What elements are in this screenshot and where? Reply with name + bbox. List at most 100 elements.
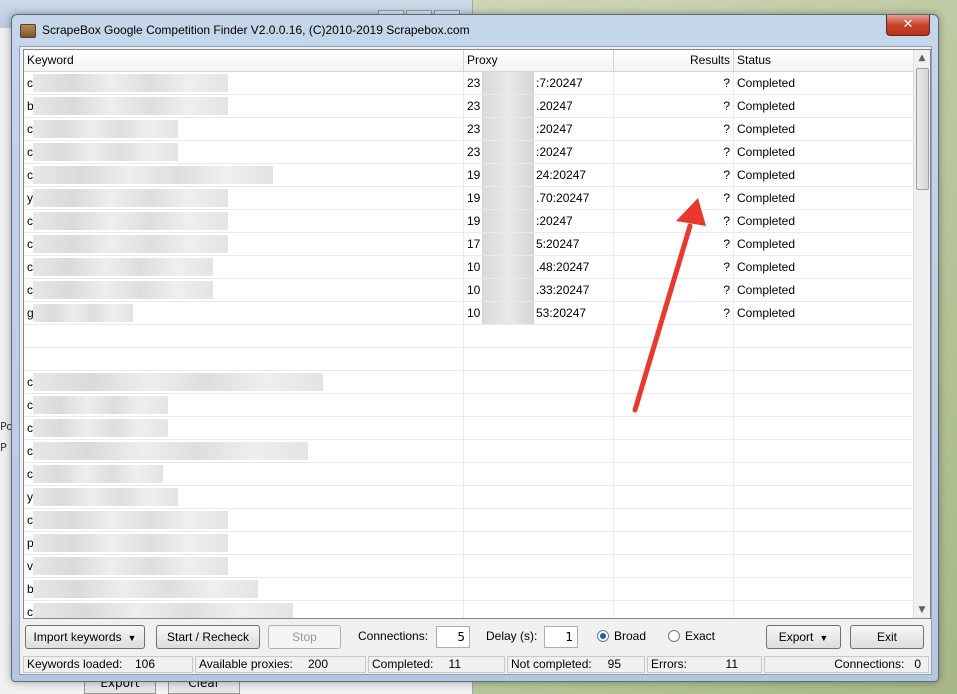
proxy-cell (464, 463, 614, 485)
proxy-prefix: 23 (467, 99, 481, 113)
table-row[interactable] (24, 325, 914, 348)
column-header-results[interactable]: Results (614, 50, 734, 71)
proxy-prefix: 10 (467, 306, 481, 320)
results-cell: ? (614, 72, 734, 94)
proxy-suffix: :20247 (536, 214, 573, 228)
proxy-cell: 23:7:20247 (464, 72, 614, 94)
competition-finder-window: ScrapeBox Google Competition Finder V2.0… (11, 14, 939, 682)
status-cell (734, 601, 914, 618)
results-grid[interactable]: Keyword Proxy Results Status c 23:7:20247… (23, 49, 931, 619)
table-row[interactable]: b 23 .20247? Completed (24, 95, 914, 118)
proxy-suffix: .48:20247 (536, 260, 590, 274)
table-row[interactable]: c 23:20247? Completed (24, 118, 914, 141)
keyword-cell: c (24, 394, 464, 416)
table-row[interactable] (24, 348, 914, 371)
table-row[interactable]: c 17 5:20247? Completed (24, 233, 914, 256)
scroll-up-icon[interactable]: ▲ (914, 50, 930, 66)
proxy-cell (464, 509, 614, 531)
redacted-proxy-blur (482, 95, 534, 117)
redacted-keyword-blur (33, 120, 178, 138)
results-cell: ? (614, 187, 734, 209)
dropdown-caret-icon: ▼ (127, 633, 137, 643)
keyword-cell: c (24, 440, 464, 462)
results-cell: ? (614, 95, 734, 117)
proxy-suffix: .70:20247 (536, 191, 590, 205)
results-cell (614, 325, 734, 347)
errors-value: 11 (725, 657, 738, 671)
table-row[interactable]: g 10 53:20247? Completed (24, 302, 914, 325)
table-row[interactable]: c 19 24:20247? Completed (24, 164, 914, 187)
exit-button[interactable]: Exit (850, 625, 924, 649)
redacted-proxy-blur (482, 141, 534, 163)
status-cell (734, 532, 914, 554)
proxy-cell: 23 .20247 (464, 95, 614, 117)
vertical-scrollbar[interactable]: ▲ ▼ (913, 50, 930, 618)
titlebar[interactable]: ScrapeBox Google Competition Finder V2.0… (12, 15, 938, 45)
proxy-cell: 19:20247 (464, 210, 614, 232)
grid-header: Keyword Proxy Results Status (24, 50, 914, 72)
keyword-cell: c (24, 601, 464, 618)
table-row[interactable]: y 19 .70:20247? Completed (24, 187, 914, 210)
errors-label: Errors: (651, 657, 687, 671)
proxy-prefix: 17 (467, 237, 481, 251)
delay-input[interactable]: 1 (544, 626, 578, 648)
redacted-keyword-blur (33, 488, 178, 506)
redacted-proxy-blur (482, 72, 534, 94)
table-row[interactable]: c 10 .48:20247? Completed (24, 256, 914, 279)
table-row[interactable]: c 23:7:20247? Completed (24, 72, 914, 95)
table-row[interactable]: c 23:20247? Completed (24, 141, 914, 164)
export-label: Export (778, 630, 814, 644)
table-row[interactable]: c (24, 371, 914, 394)
completed-value: 11 (448, 657, 461, 671)
import-keywords-label: Import keywords (33, 630, 122, 644)
redacted-keyword-blur (33, 534, 228, 552)
table-row[interactable]: y (24, 486, 914, 509)
proxy-suffix: 53:20247 (536, 306, 587, 320)
redacted-proxy-blur (482, 279, 534, 301)
table-row[interactable]: c (24, 440, 914, 463)
scrollbar-thumb[interactable] (916, 68, 929, 190)
start-recheck-button[interactable]: Start / Recheck (156, 625, 260, 649)
table-row[interactable]: c (24, 463, 914, 486)
results-cell: ? (614, 141, 734, 163)
close-button[interactable]: ✕ (886, 15, 930, 36)
keyword-cell: c (24, 417, 464, 439)
stop-button[interactable]: Stop (268, 625, 341, 649)
table-row[interactable]: c 19:20247? Completed (24, 210, 914, 233)
table-row[interactable]: c 10 .33:20247? Completed (24, 279, 914, 302)
redacted-proxy-blur (482, 187, 534, 209)
table-row[interactable]: c (24, 394, 914, 417)
table-row[interactable]: c (24, 509, 914, 532)
exact-label[interactable]: Exact (685, 629, 715, 643)
results-cell (614, 486, 734, 508)
broad-label[interactable]: Broad (614, 629, 646, 643)
table-row[interactable]: c (24, 601, 914, 618)
exact-radio[interactable] (668, 630, 680, 642)
proxy-cell (464, 325, 614, 347)
connections-input[interactable]: 5 (436, 626, 470, 648)
redacted-keyword-blur (33, 235, 228, 253)
proxy-cell (464, 601, 614, 618)
proxy-cell (464, 394, 614, 416)
scroll-down-icon[interactable]: ▼ (914, 602, 930, 618)
redacted-keyword-blur (33, 74, 228, 92)
proxy-prefix: 23 (467, 145, 481, 159)
proxy-cell (464, 486, 614, 508)
column-header-keyword[interactable]: Keyword (24, 50, 464, 71)
results-cell: ? (614, 233, 734, 255)
export-button[interactable]: Export ▼ (766, 625, 841, 649)
redacted-proxy-blur (482, 302, 534, 324)
status-keywords-loaded: Keywords loaded: 106 (23, 656, 193, 673)
redacted-keyword-blur (33, 396, 168, 414)
table-row[interactable]: b (24, 578, 914, 601)
broad-radio[interactable] (597, 630, 609, 642)
status-cell: Completed (734, 187, 914, 209)
table-row[interactable]: v (24, 555, 914, 578)
column-header-proxy[interactable]: Proxy (464, 50, 614, 71)
keyword-cell (24, 325, 464, 347)
keyword-cell: c (24, 118, 464, 140)
table-row[interactable]: p (24, 532, 914, 555)
import-keywords-button[interactable]: Import keywords ▼ (25, 625, 145, 649)
table-row[interactable]: c (24, 417, 914, 440)
column-header-status[interactable]: Status (734, 50, 914, 71)
